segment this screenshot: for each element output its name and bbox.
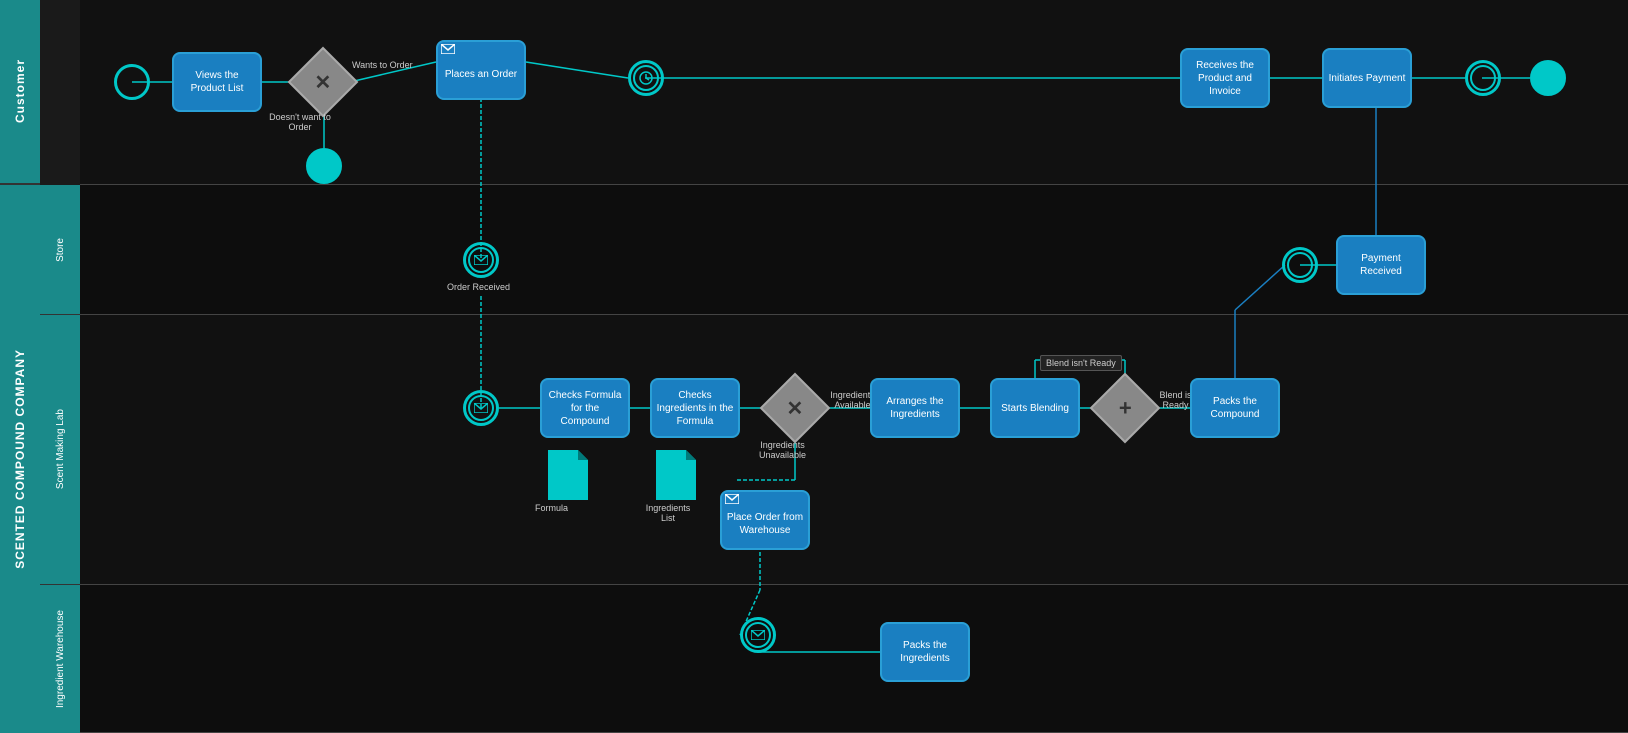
views-product-list-task[interactable]: Views the Product List — [172, 52, 262, 112]
store-message-receive[interactable] — [463, 242, 499, 278]
customer-end-event[interactable] — [1530, 60, 1566, 96]
customer-payment-intermediate[interactable] — [1465, 60, 1501, 96]
scent-making-lane — [80, 315, 1628, 585]
payment-received-task[interactable]: Payment Received — [1336, 235, 1426, 295]
scent-message-receive[interactable] — [463, 390, 499, 426]
ingredient-warehouse-lane — [80, 585, 1628, 733]
scc-lane-outer-label: SCENTED COMPOUND COMPANY — [0, 185, 40, 733]
doesnt-want-label: Doesn't want to Order — [265, 112, 335, 132]
main-diagram-area: Views the Product List ✕ Wants to Order … — [80, 0, 1628, 733]
doesnt-want-end[interactable] — [306, 148, 342, 184]
wants-to-order-label: Wants to Order — [352, 60, 413, 70]
customer-start-event[interactable] — [114, 64, 150, 100]
blend-isnt-ready-tooltip: Blend isn't Ready — [1040, 355, 1122, 371]
blend-gateway[interactable]: + — [1100, 383, 1150, 433]
store-payment-event[interactable] — [1282, 247, 1318, 283]
checks-formula-task[interactable]: Checks Formula for the Compound — [540, 378, 630, 438]
ingredients-gateway[interactable]: ✕ — [770, 383, 820, 433]
places-an-order-task[interactable]: Places an Order — [436, 40, 526, 100]
receives-product-invoice-task[interactable]: Receives the Product and Invoice — [1180, 48, 1270, 108]
packs-compound-task[interactable]: Packs the Compound — [1190, 378, 1280, 438]
data-object-ingredients — [656, 450, 696, 500]
wants-to-order-gateway[interactable]: ✕ — [298, 57, 348, 107]
initiates-payment-task[interactable]: Initiates Payment — [1322, 48, 1412, 108]
checks-ingredients-formula-task[interactable]: Checks Ingredients in the Formula — [650, 378, 740, 438]
inner-lane-labels: Store Scent Making Lab Ingredient Wareho… — [40, 0, 80, 733]
ingredient-warehouse-lane-label: Ingredient Warehouse — [40, 585, 80, 733]
store-order-received-label: Order Received — [447, 282, 510, 292]
ingredients-unavailable-label: Ingredients Unavailable — [750, 440, 815, 460]
data-obj2-label: Ingredients List — [638, 503, 698, 523]
packs-ingredients-task[interactable]: Packs the Ingredients — [880, 622, 970, 682]
customer-lane-outer-label: Customer — [0, 0, 40, 185]
ingredient-message-event[interactable] — [740, 617, 776, 653]
store-lane-label: Store — [40, 185, 80, 315]
place-order-warehouse-task[interactable]: Place Order from Warehouse — [720, 490, 810, 550]
customer-timer-event[interactable] — [628, 60, 664, 96]
data-obj1-label: Formula — [535, 503, 568, 513]
diagram-container: Customer SCENTED COMPOUND COMPANY Store … — [0, 0, 1628, 733]
outer-lane-labels: Customer SCENTED COMPOUND COMPANY — [0, 0, 40, 733]
label-spacer — [40, 0, 80, 185]
arranges-ingredients-task[interactable]: Arranges the Ingredients — [870, 378, 960, 438]
scent-making-lane-label: Scent Making Lab — [40, 315, 80, 585]
data-object-formula — [548, 450, 588, 500]
starts-blending-task[interactable]: Starts Blending — [990, 378, 1080, 438]
